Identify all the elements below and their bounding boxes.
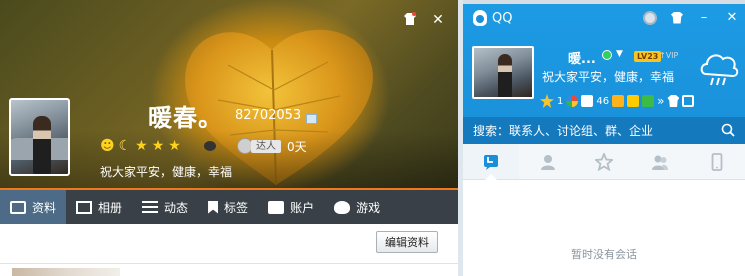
tab-groups[interactable] (632, 144, 688, 179)
level-badge[interactable]: LV23 (634, 51, 662, 62)
cart-icon[interactable] (612, 95, 625, 107)
bookmark-icon (208, 200, 219, 214)
qq-main-panel: QQ – ✕ 暖... ▼ LV23 ↑VIP 祝大家平安，健康，幸福 1 46… (463, 4, 745, 276)
daren-label: 达人 (251, 139, 281, 153)
color-circle-icon[interactable] (566, 95, 579, 107)
qq-main-tabs (463, 144, 745, 180)
star-count: 1 (557, 95, 564, 107)
wallet-icon (268, 200, 285, 214)
qq-signature[interactable]: 祝大家平安，健康，幸福 (542, 68, 674, 85)
edit-profile-button[interactable]: 编辑资料 (376, 231, 438, 253)
profile-nickname: 暖春。 (148, 104, 223, 132)
profile-signature: 祝大家平安，健康，幸福 (100, 165, 233, 179)
tab-album[interactable]: 相册 (66, 190, 132, 224)
message-icon (484, 154, 499, 170)
close-icon[interactable]: ✕ (725, 10, 739, 25)
phone-icon (711, 152, 723, 171)
minimize-icon[interactable]: – (697, 10, 711, 25)
tab-devices[interactable] (689, 144, 745, 179)
star-icon: ★ (135, 138, 148, 154)
more-apps-icon[interactable]: » (657, 94, 664, 108)
tab-label: 相册 (98, 200, 123, 215)
qq-avatar[interactable] (472, 46, 534, 99)
star-icon[interactable] (540, 94, 554, 108)
tab-contacts[interactable] (519, 144, 575, 179)
tab-account[interactable]: 账户 (258, 190, 324, 224)
photo-thumbnail[interactable] (12, 268, 120, 276)
search-icon[interactable] (721, 123, 735, 137)
mail-count: 46 (596, 95, 610, 107)
profile-window-controls: ✕ (402, 12, 446, 28)
star-icon (595, 152, 614, 171)
qq-header: QQ – ✕ 暖... ▼ LV23 ↑VIP 祝大家平安，健康，幸福 1 46… (463, 4, 745, 144)
group-icon (652, 155, 669, 170)
tab-label: 动态 (164, 200, 189, 215)
qq-penguin-icon (473, 10, 487, 26)
close-icon[interactable]: ✕ (430, 12, 446, 28)
star-icon: ★ (151, 138, 165, 154)
qq-nickname[interactable]: 暖... (568, 48, 596, 67)
medal-icon[interactable] (643, 10, 657, 25)
avatar-person (498, 54, 512, 97)
qq-level[interactable]: ☻ ☾ ★ ★ ★ (100, 138, 181, 154)
daren-days: 0天 (287, 139, 307, 154)
tab-messages[interactable] (463, 144, 520, 180)
tab-tags[interactable]: 标签 (198, 190, 258, 224)
search-input[interactable]: 搜索：联系人、讨论组、群、企业 (473, 122, 653, 139)
weather-cloud-icon[interactable] (696, 44, 740, 88)
qq-window-controls: – ✕ (643, 10, 739, 25)
chevron-down-icon[interactable]: ▼ (616, 49, 623, 59)
profile-window: ✕ 暖春。 82702053 ☻ ☾ ★ ★ ★ 达人 0天 祝大家平安，健康，… (0, 0, 458, 276)
penguin-badge-icon[interactable] (204, 141, 216, 151)
tab-games[interactable]: 游戏 (324, 190, 390, 224)
profile-tabs: 资料 相册 动态 标签 账户 游戏 (0, 190, 458, 224)
tab-profile[interactable]: 资料 (0, 190, 67, 224)
divider (0, 263, 458, 264)
avatar[interactable] (9, 98, 70, 176)
contact-icon (540, 154, 555, 170)
shirt-icon[interactable] (671, 11, 683, 24)
skin-icon[interactable] (667, 95, 680, 107)
qq-title: QQ (473, 10, 512, 26)
tab-label: 资料 (32, 200, 57, 215)
app-manager-icon[interactable] (682, 95, 695, 107)
daren-badge[interactable]: 达人 0天 (237, 138, 307, 154)
gamepad-icon (334, 200, 351, 214)
vip-label: VIP (665, 51, 679, 60)
tab-label: 账户 (290, 200, 315, 215)
photo-icon (76, 200, 93, 214)
moon-icon: ☾ (118, 138, 132, 154)
id-card-icon (10, 200, 26, 214)
tab-label: 标签 (224, 200, 249, 215)
desktop: ✕ 暖春。 82702053 ☻ ☾ ★ ★ ★ 达人 0天 祝大家平安，健康，… (0, 0, 745, 276)
online-status-icon[interactable] (602, 50, 612, 60)
star-icon: ★ (168, 138, 181, 154)
mail-icon[interactable] (581, 95, 594, 107)
list-icon (142, 200, 159, 214)
skin-shirt-icon[interactable] (402, 12, 418, 28)
vip-badge[interactable]: ↑VIP (659, 50, 678, 62)
search-bar[interactable]: 搜索：联系人、讨论组、群、企业 (463, 117, 745, 144)
tab-feed[interactable]: 动态 (132, 190, 198, 224)
green-app-icon[interactable] (642, 95, 655, 107)
sun-icon: ☻ (100, 138, 115, 154)
tab-label: 游戏 (356, 200, 381, 215)
tab-favorites[interactable] (576, 144, 632, 179)
qq-title-text: QQ (492, 10, 513, 26)
qq-number: 82702053 (235, 108, 302, 123)
avatar-person (33, 116, 51, 174)
empty-conversations: 暂时没有会话 (571, 248, 637, 261)
quick-app-bar: 1 46 » (540, 94, 695, 108)
wallet-icon[interactable] (627, 95, 640, 107)
copy-number-icon[interactable] (306, 114, 317, 124)
